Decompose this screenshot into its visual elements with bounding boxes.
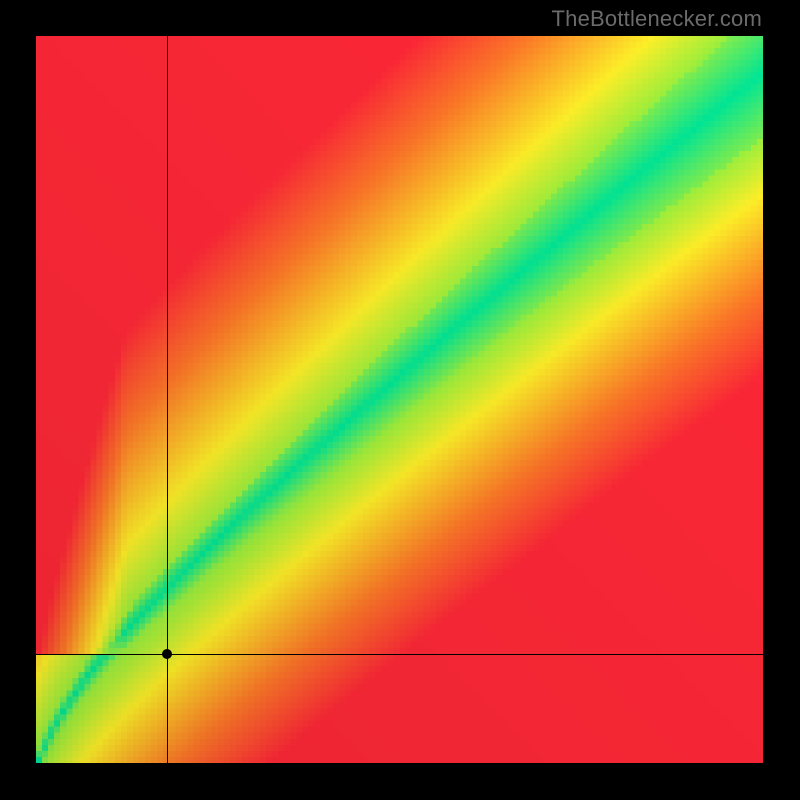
watermark-text: TheBottlenecker.com <box>552 6 762 32</box>
heatmap-plot <box>36 36 763 763</box>
crosshair-horizontal <box>36 654 763 655</box>
crosshair-dot <box>162 649 172 659</box>
chart-frame: TheBottlenecker.com <box>0 0 800 800</box>
